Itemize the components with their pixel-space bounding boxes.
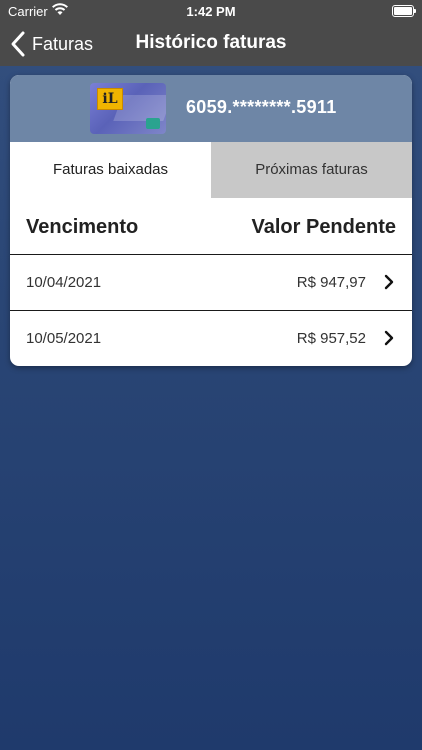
status-bar: Carrier 1:42 PM	[0, 0, 422, 22]
navigation-bar: Faturas Histórico faturas	[0, 22, 422, 66]
tab-faturas-baixadas[interactable]: Faturas baixadas	[10, 142, 211, 198]
top-bar: Carrier 1:42 PM Faturas Histórico fatura…	[0, 0, 422, 66]
clock: 1:42 PM	[186, 4, 236, 19]
credit-card-image: iL	[90, 83, 166, 134]
card-number: 6059.********.5911	[186, 97, 337, 117]
row-pending-value: R$ 947,97	[296, 274, 366, 291]
card-chip-icon	[146, 118, 160, 129]
battery-icon	[392, 5, 416, 17]
table-row[interactable]: 10/05/2021 R$ 957,52	[10, 311, 412, 366]
row-pending-value: R$ 957,52	[296, 330, 366, 347]
table-row[interactable]: 10/04/2021 R$ 947,97	[10, 255, 412, 311]
chevron-right-icon	[384, 274, 394, 290]
invoice-tabs: Faturas baixadas Próximas faturas	[10, 142, 412, 198]
row-due-date: 10/05/2021	[26, 330, 102, 347]
invoices-card: iL 6059.********.5911 Faturas baixadas P…	[10, 75, 412, 366]
page-title: Histórico faturas	[135, 32, 287, 53]
chevron-right-icon	[384, 330, 394, 346]
column-header-vencimento: Vencimento	[26, 216, 139, 238]
card-logo: iL	[97, 88, 123, 110]
tab-proximas-faturas[interactable]: Próximas faturas	[211, 142, 412, 198]
table-header: Vencimento Valor Pendente	[10, 198, 412, 255]
card-header: iL 6059.********.5911	[10, 75, 412, 142]
row-due-date: 10/04/2021	[26, 274, 102, 291]
column-header-valor-pendente: Valor Pendente	[251, 216, 397, 238]
